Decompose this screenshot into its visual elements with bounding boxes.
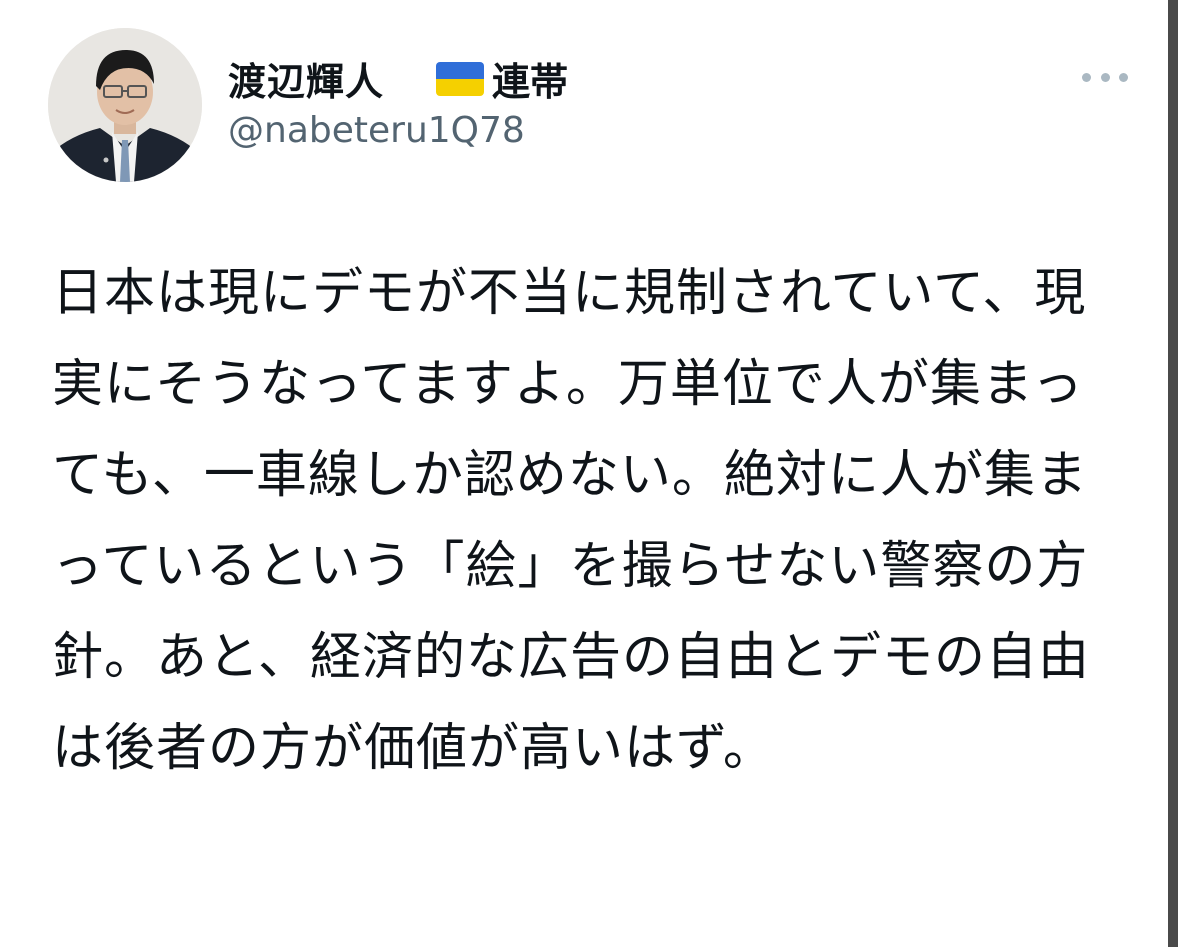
tweet-text: 日本は現にデモが不当に規制されていて、現実にそうなってますよ。万単位で人が集まっ… [52, 264, 1090, 778]
ukraine-flag-icon [436, 62, 485, 96]
more-options-icon[interactable] [1082, 62, 1128, 92]
display-name-suffix[interactable]: 連帯 [492, 51, 568, 106]
display-name[interactable]: 渡辺輝人 [228, 51, 384, 106]
scrollbar[interactable] [1168, 0, 1178, 947]
tweet-card: 渡辺輝人 連帯 @nabeteru1Q78 日本は現にデモが不当に規制されていて… [0, 0, 1178, 947]
author-name-row[interactable]: 渡辺輝人 連帯 [228, 52, 568, 104]
user-handle[interactable]: @nabeteru1Q78 [228, 110, 525, 151]
profile-avatar[interactable] [48, 28, 202, 182]
